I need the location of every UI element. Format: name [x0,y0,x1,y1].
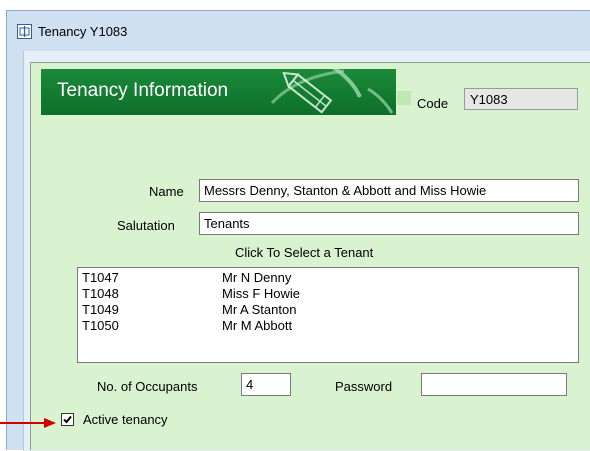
code-label: Code [417,96,449,111]
tenant-name: Miss F Howie [222,286,301,301]
banner-title: Tenancy Information [57,80,229,101]
tenant-id: T1050 [82,318,119,333]
tenancy-panel: Tenancy Information Code Y1083 Name Salu… [30,62,590,450]
list-item[interactable]: T1049 Mr A Stanton [78,302,578,318]
tenant-name: Mr M Abbott [222,318,293,333]
tenant-listbox[interactable]: T1047 Mr N Denny T1048 Miss F Howie T104… [77,267,579,363]
annotation-arrow-icon [0,418,56,428]
window-title: Tenancy Y1083 [38,23,128,39]
name-input[interactable] [199,179,579,202]
pencil-icon [270,69,394,114]
code-field: Y1083 [464,88,578,110]
code-marker [397,91,411,105]
list-item[interactable]: T1050 Mr M Abbott [78,318,578,334]
password-input[interactable] [421,373,567,396]
tenant-name: Mr A Stanton [222,302,297,317]
name-label: Name [149,184,184,199]
salutation-label: Salutation [117,218,175,233]
active-tenancy-label: Active tenancy [83,412,168,427]
title-bar[interactable]: Tenancy Y1083 [7,11,590,51]
active-tenancy-checkbox[interactable] [61,413,74,426]
tenant-id: T1049 [82,302,119,317]
tenant-id: T1048 [82,286,119,301]
password-label: Password [335,379,393,394]
checkmark-icon [63,415,72,424]
list-item[interactable]: T1047 Mr N Denny [78,270,578,286]
tenant-name: Mr N Denny [222,270,292,285]
list-item[interactable]: T1048 Miss F Howie [78,286,578,302]
occupants-input[interactable] [241,373,291,396]
banner: Tenancy Information [41,69,396,115]
tenant-id: T1047 [82,270,119,285]
salutation-input[interactable] [199,212,579,235]
app-window-icon [17,23,32,39]
occupants-label: No. of Occupants [97,379,198,394]
select-tenant-caption: Click To Select a Tenant [235,245,374,260]
